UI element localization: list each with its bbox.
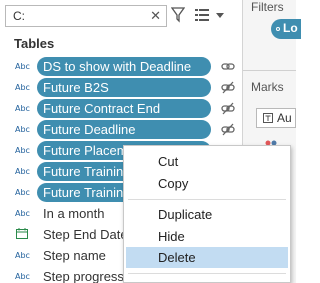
- field-row[interactable]: Abc DS to show with Deadline: [0, 56, 242, 77]
- string-type-icon: Abc: [15, 62, 30, 71]
- filter-pill-label: Lo: [283, 21, 298, 35]
- field-name: Future Contract End: [43, 101, 161, 116]
- field-row[interactable]: Abc Future Contract End: [0, 98, 242, 119]
- field-pill[interactable]: Future B2S: [37, 78, 211, 97]
- link-broken-icon: [221, 123, 235, 136]
- field-row[interactable]: Abc Future Deadline: [0, 119, 242, 140]
- string-type-icon: Abc: [15, 125, 30, 134]
- mark-type-value: Au: [277, 111, 292, 125]
- string-type-icon: Abc: [15, 272, 30, 281]
- search-input[interactable]: C: ✕: [5, 5, 167, 27]
- menu-item-cut[interactable]: Cut: [126, 151, 288, 172]
- field-name: Future Placem: [43, 143, 128, 158]
- field-row[interactable]: Abc Future B2S: [0, 77, 242, 98]
- filter-icon[interactable]: [171, 7, 185, 23]
- automatic-mark-icon: [263, 113, 273, 123]
- link-broken-icon: [221, 81, 235, 94]
- tables-heading: Tables: [14, 36, 55, 51]
- string-type-icon: Abc: [15, 251, 30, 260]
- filters-label: Filters: [251, 0, 284, 14]
- field-name: Step name: [43, 248, 106, 263]
- string-type-icon: Abc: [15, 83, 30, 92]
- menu-item-duplicate[interactable]: Duplicate: [126, 204, 288, 225]
- string-type-icon: Abc: [15, 167, 30, 176]
- mark-type-select[interactable]: Au: [256, 108, 296, 128]
- menu-item-label: Hide: [158, 229, 185, 244]
- string-type-icon: Abc: [15, 146, 30, 155]
- menu-item-delete[interactable]: Delete: [126, 247, 288, 268]
- menu-item-label: Cut: [158, 154, 179, 169]
- field-name: DS to show with Deadline: [43, 59, 192, 74]
- field-name: Future Deadline: [43, 122, 136, 137]
- filter-pill[interactable]: Lo: [271, 19, 301, 39]
- divider: [243, 70, 296, 71]
- menu-item-hide[interactable]: Hide: [126, 226, 288, 247]
- menu-item-label: Copy: [158, 176, 189, 191]
- search-value: C:: [13, 9, 25, 23]
- field-name: Future Training: [43, 164, 131, 179]
- clear-search-icon[interactable]: ✕: [150, 8, 161, 24]
- context-menu: Cut Copy Duplicate Hide Delete: [123, 145, 291, 283]
- field-pill[interactable]: Future Deadline: [37, 120, 211, 139]
- string-type-icon: Abc: [15, 209, 30, 218]
- date-type-icon: [16, 228, 28, 239]
- menu-separator: [128, 199, 286, 200]
- list-view-icon[interactable]: [195, 9, 209, 21]
- link-icon: [221, 63, 235, 70]
- field-name: Step End Date: [43, 227, 128, 242]
- field-pill[interactable]: DS to show with Deadline: [37, 57, 211, 76]
- menu-separator: [128, 273, 286, 274]
- field-name: Future B2S: [43, 80, 109, 95]
- menu-item-label: Duplicate: [158, 207, 213, 222]
- chevron-down-icon[interactable]: [216, 13, 224, 18]
- field-pill[interactable]: Future Contract End: [37, 99, 211, 118]
- menu-item-label: Delete: [158, 250, 196, 265]
- circle-icon: [276, 27, 280, 31]
- marks-label: Marks: [251, 80, 284, 94]
- menu-item-copy[interactable]: Copy: [126, 173, 288, 194]
- link-broken-icon: [221, 102, 235, 115]
- field-name: Step progress: [43, 269, 124, 283]
- field-name: In a month: [43, 206, 105, 221]
- field-name: Future Training: [43, 185, 131, 200]
- string-type-icon: Abc: [15, 188, 30, 197]
- string-type-icon: Abc: [15, 104, 30, 113]
